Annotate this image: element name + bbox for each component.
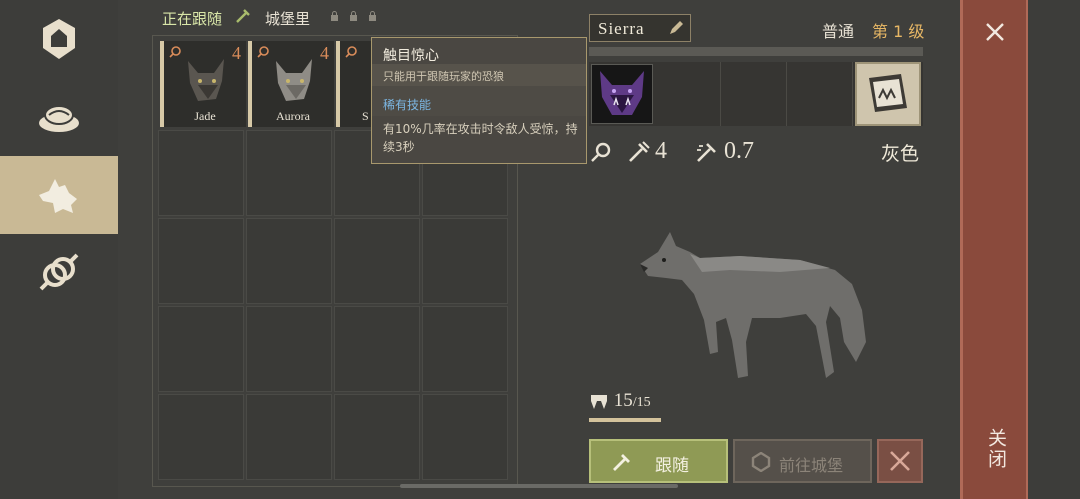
speed-value: 0.7: [724, 138, 754, 164]
book-icon: [869, 74, 907, 112]
skill-slot-active[interactable]: [591, 64, 653, 124]
empty-slot[interactable]: [246, 218, 332, 304]
close-icon[interactable]: [985, 22, 1005, 42]
empty-slot[interactable]: [158, 130, 244, 216]
empty-slot[interactable]: [422, 306, 508, 392]
skill-rarity-tag: 稀有技能: [383, 98, 432, 112]
pet-color: 灰色: [881, 143, 920, 165]
skill-slot[interactable]: [787, 62, 853, 126]
side-nav: [0, 0, 118, 499]
hunger-bar: [589, 418, 661, 422]
wolf-card-jade[interactable]: 4 Jade: [160, 41, 246, 127]
empty-slot[interactable]: [334, 218, 420, 304]
hunger-display: 15/15: [589, 390, 651, 412]
skill-tooltip: 触目惊心 只能用于跟随玩家的恐狼 稀有技能 有10%几率在攻击时令敌人受惊，持续…: [371, 37, 587, 164]
empty-slot[interactable]: [158, 394, 244, 480]
pet-level: 第 1 级: [872, 22, 925, 41]
gender-icon: [39, 253, 79, 291]
empty-slot[interactable]: [246, 306, 332, 392]
pet-rarity: 普通: [822, 22, 855, 41]
speed-icon: [697, 143, 716, 162]
go-to-castle-button[interactable]: 前往城堡: [733, 439, 872, 483]
skill-description: 有10%几率在攻击时令敌人受惊，持续3秒: [383, 122, 578, 154]
attack-icon: [629, 141, 650, 162]
wolf-portrait: [276, 59, 312, 101]
xp-bar: [589, 47, 923, 56]
home-icon: [43, 19, 75, 59]
leash-icon: [613, 454, 630, 471]
leash-icon: [236, 9, 250, 23]
castle-icon: [751, 452, 771, 472]
empty-slot[interactable]: [422, 394, 508, 480]
empty-slot[interactable]: [158, 218, 244, 304]
hunger-max: /15: [632, 395, 651, 410]
nav-food-button[interactable]: [0, 78, 118, 156]
wolf-name: Aurora: [276, 109, 310, 123]
wolf-model: [640, 232, 866, 378]
wolf-icon: [39, 179, 77, 213]
empty-slot[interactable]: [158, 306, 244, 392]
skill-slot[interactable]: [721, 62, 787, 126]
close-icon: [890, 451, 910, 471]
nav-wolf-button[interactable]: [0, 156, 118, 234]
skill-title: 触目惊心: [383, 48, 439, 64]
nav-home-button[interactable]: [0, 0, 118, 78]
skill-requirement: 只能用于跟随玩家的恐狼: [383, 70, 504, 83]
lock-icon: [331, 11, 338, 21]
snarling-wolf-icon: [600, 71, 644, 115]
tab-castle[interactable]: 城堡里: [265, 8, 310, 29]
empty-slot[interactable]: [246, 130, 332, 216]
right-margin: [1028, 0, 1080, 499]
close-panel[interactable]: 关闭: [960, 0, 1028, 499]
empty-slot[interactable]: [334, 306, 420, 392]
wolf-name: Jade: [194, 109, 216, 123]
close-label: 关闭: [985, 428, 1007, 470]
wolf-portrait: [188, 59, 224, 101]
attack-value: 4: [655, 138, 667, 164]
pet-name: Sierra: [598, 19, 645, 38]
tab-following[interactable]: 正在跟随: [162, 8, 222, 29]
fang-icon: [591, 394, 607, 409]
bestiary-button[interactable]: [855, 62, 921, 126]
skill-slot[interactable]: [655, 62, 721, 126]
empty-slot[interactable]: [246, 394, 332, 480]
female-icon: [345, 46, 357, 58]
hunger-current: 15: [613, 390, 633, 411]
female-icon: [591, 142, 611, 162]
lock-icon: [369, 11, 376, 21]
food-icon: [39, 105, 79, 132]
empty-slot[interactable]: [422, 218, 508, 304]
scrollbar[interactable]: [400, 484, 678, 488]
follow-button[interactable]: 跟随: [589, 439, 728, 483]
go-to-castle-label: 前往城堡: [779, 456, 844, 475]
pet-nameplate: Sierra: [589, 14, 691, 42]
edit-icon[interactable]: [668, 20, 684, 36]
lock-icon: [350, 11, 357, 21]
wolf-card-aurora[interactable]: 4 Aurora: [248, 41, 334, 127]
nav-gender-button[interactable]: [0, 234, 118, 312]
empty-slot[interactable]: [334, 394, 420, 480]
follow-label: 跟随: [655, 456, 689, 476]
release-button[interactable]: [877, 439, 923, 483]
